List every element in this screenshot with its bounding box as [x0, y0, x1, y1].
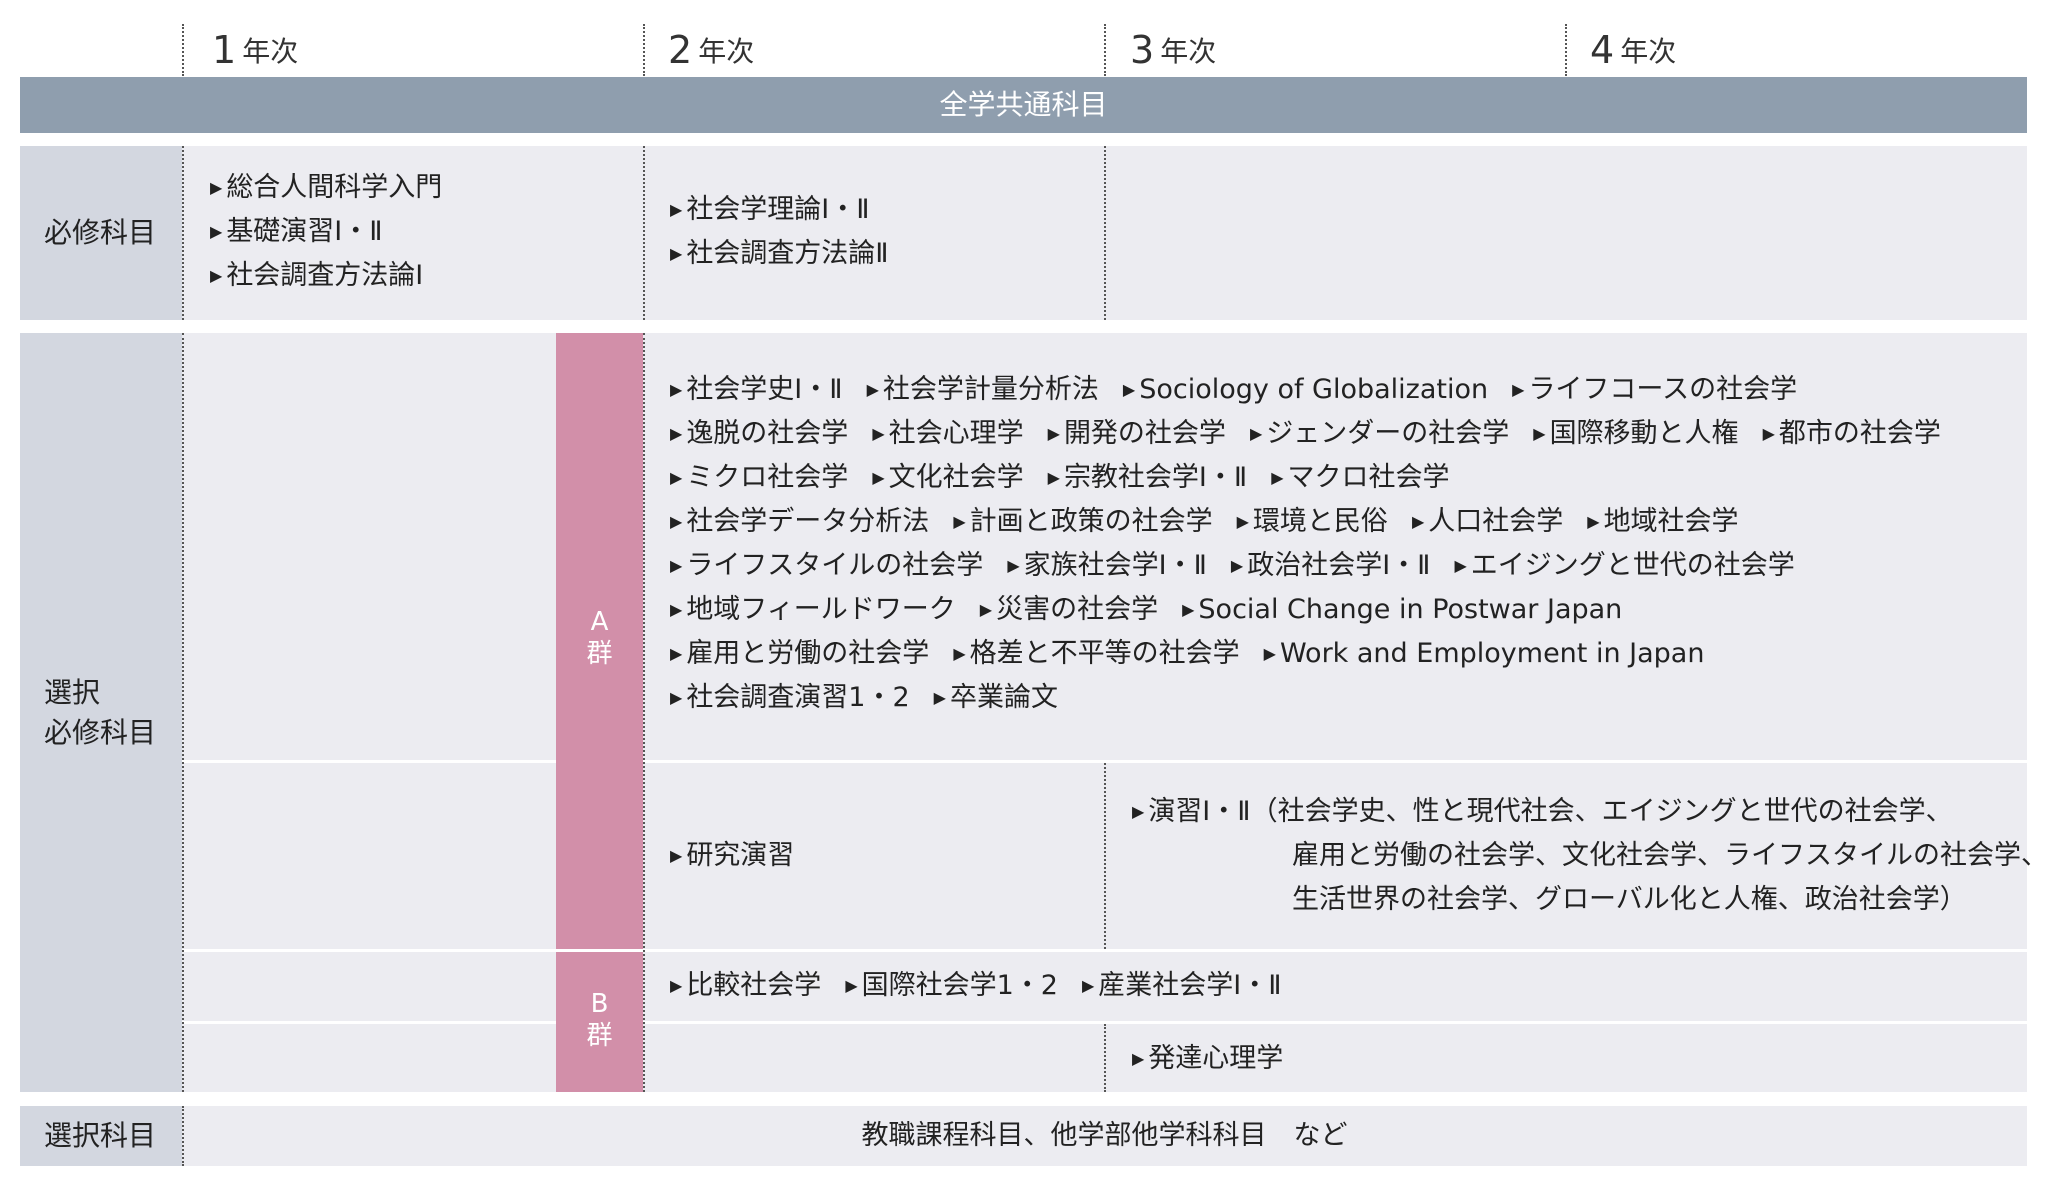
- course-item: 産業社会学Ⅰ・Ⅱ: [1082, 970, 1282, 1001]
- group-a-course-list: 社会学史Ⅰ・Ⅱ 社会学計量分析法 Sociology of Globalizatio…: [670, 368, 1965, 720]
- year3-divider: [1104, 24, 1106, 76]
- course-item: 社会心理学: [872, 418, 1023, 449]
- course-row: 地域フィールドワーク災害の社会学 Social Change in Postwar…: [670, 588, 1965, 632]
- year-4-heading: 4 年次: [1590, 28, 1677, 72]
- year2-divider: [643, 24, 645, 76]
- course-row: 雇用と労働の社会学格差と不平等の社会学 Work and Employment i…: [670, 632, 1965, 676]
- required-divider-y3: [1104, 146, 1106, 320]
- required-year1-list: 総合人間科学入門 基礎演習Ⅰ・Ⅱ 社会調査方法論Ⅰ: [210, 166, 442, 298]
- required-label: 必修科目: [44, 216, 157, 249]
- group-b-bar: B 群: [556, 952, 643, 1092]
- course-item: 社会学データ分析法: [670, 506, 929, 537]
- course-item: 環境と民俗: [1237, 506, 1388, 537]
- electives-label: 選択科目: [44, 1119, 157, 1152]
- course-item: 国際移動と人権: [1533, 418, 1738, 449]
- common-subjects-bar: 全学共通科目: [20, 77, 2027, 133]
- course-item: 格差と不平等の社会学: [953, 638, 1239, 669]
- course-item: 社会調査演習1・2: [670, 682, 910, 713]
- course-item: 社会学計量分析法: [867, 374, 1099, 405]
- course-item: 総合人間科学入門: [210, 166, 442, 210]
- seminar-line-3: 生活世界の社会学、グローバル化と人権、政治社会学）: [1292, 884, 1967, 915]
- course-item: 都市の社会学: [1763, 418, 1941, 449]
- course-row: ミクロ社会学文化社会学宗教社会学Ⅰ・Ⅱ マクロ社会学: [670, 456, 1965, 500]
- seminar-line-1: 演習Ⅰ・Ⅱ（社会学史、性と現代社会、エイジングと世代の社会学、: [1132, 790, 2012, 834]
- course-item: 計画と政策の社会学: [953, 506, 1212, 537]
- course-item: 基礎演習Ⅰ・Ⅱ: [210, 210, 442, 254]
- course-item: 政治社会学Ⅰ・Ⅱ: [1231, 550, 1431, 581]
- elective-divider-y3-upper: [1104, 763, 1106, 949]
- course-item: Social Change in Postwar Japan: [1182, 594, 1622, 625]
- course-item: 雇用と労働の社会学: [670, 638, 929, 669]
- course-item: 地域社会学: [1587, 506, 1738, 537]
- course-item: 卒業論文: [934, 682, 1058, 713]
- course-item: 比較社会学: [670, 970, 821, 1001]
- course-item: 逸脱の社会学: [670, 418, 848, 449]
- group-a-bar: A 群: [556, 333, 643, 949]
- group-a-letter: A: [590, 607, 609, 637]
- year-3-heading: 3 年次: [1130, 28, 1217, 72]
- elective-divider-y1: [182, 333, 184, 1092]
- research-seminar-item: 研究演習: [670, 834, 794, 878]
- year4-divider: [1565, 24, 1567, 76]
- course-item: 開発の社会学: [1048, 418, 1226, 449]
- course-item: エイジングと世代の社会学: [1454, 550, 1794, 581]
- required-divider-y1: [182, 146, 184, 320]
- elective-divider-y3-lower: [1104, 1024, 1106, 1092]
- seminar-description: 演習Ⅰ・Ⅱ（社会学史、性と現代社会、エイジングと世代の社会学、 雇用と労働の社会…: [1132, 790, 2048, 922]
- group-a-name: 群: [586, 639, 613, 669]
- course-item: マクロ社会学: [1271, 462, 1449, 493]
- course-row: 社会学史Ⅰ・Ⅱ 社会学計量分析法 Sociology of Globalizatio…: [670, 368, 1965, 412]
- course-item: 宗教社会学Ⅰ・Ⅱ: [1048, 462, 1248, 493]
- course-item: ライフコースの社会学: [1512, 374, 1797, 405]
- course-row: 社会調査演習1・2 卒業論文: [670, 676, 1965, 720]
- course-item: 人口社会学: [1412, 506, 1563, 537]
- course-item: 社会学史Ⅰ・Ⅱ: [670, 374, 843, 405]
- course-item: 社会学理論Ⅰ・Ⅱ: [670, 188, 889, 232]
- year-2-heading: 2 年次: [668, 28, 755, 72]
- seminar-line-2: 雇用と労働の社会学、文化社会学、ライフスタイルの社会学、: [1292, 840, 2048, 871]
- required-year2-list: 社会学理論Ⅰ・Ⅱ 社会調査方法論Ⅱ: [670, 188, 889, 276]
- group-b-course-item: 発達心理学: [1132, 1037, 1283, 1081]
- group-b-letter: B: [590, 989, 609, 1019]
- elective-required-label: 選択 必修科目: [44, 676, 157, 749]
- course-item: ミクロ社会学: [670, 462, 848, 493]
- elective-divider-y2: [643, 333, 645, 1092]
- group-b-name: 群: [586, 1021, 613, 1051]
- course-item: Sociology of Globalization: [1123, 374, 1488, 405]
- course-item: 地域フィールドワーク: [670, 594, 956, 625]
- row-separator: [182, 949, 2027, 952]
- course-row: 社会学データ分析法計画と政策の社会学環境と民俗人口社会学地域社会学: [670, 500, 1965, 544]
- course-item: 社会調査方法論Ⅰ: [210, 254, 442, 298]
- required-divider-y2: [643, 146, 645, 320]
- course-item: 家族社会学Ⅰ・Ⅱ: [1007, 550, 1207, 581]
- course-row: 逸脱の社会学社会心理学開発の社会学ジェンダーの社会学国際移動と人権都市の社会学: [670, 412, 1965, 456]
- course-item: 文化社会学: [872, 462, 1023, 493]
- course-item: ジェンダーの社会学: [1250, 418, 1509, 449]
- year-1-heading: 1 年次: [212, 28, 299, 72]
- course-row: ライフスタイルの社会学家族社会学Ⅰ・Ⅱ 政治社会学Ⅰ・Ⅱ エイジングと世代の社会学: [670, 544, 1965, 588]
- course-item: 国際社会学1・2: [845, 970, 1058, 1001]
- group-b-course-row: 比較社会学国際社会学1・2 産業社会学Ⅰ・Ⅱ: [670, 964, 1306, 1008]
- course-item: ライフスタイルの社会学: [670, 550, 983, 581]
- electives-content: 教職課程科目、他学部他学科科目 など: [861, 1120, 1348, 1151]
- course-item: Work and Employment in Japan: [1264, 638, 1705, 669]
- course-item: 社会調査方法論Ⅱ: [670, 232, 888, 276]
- course-item: 災害の社会学: [980, 594, 1158, 625]
- year1-divider: [182, 24, 184, 76]
